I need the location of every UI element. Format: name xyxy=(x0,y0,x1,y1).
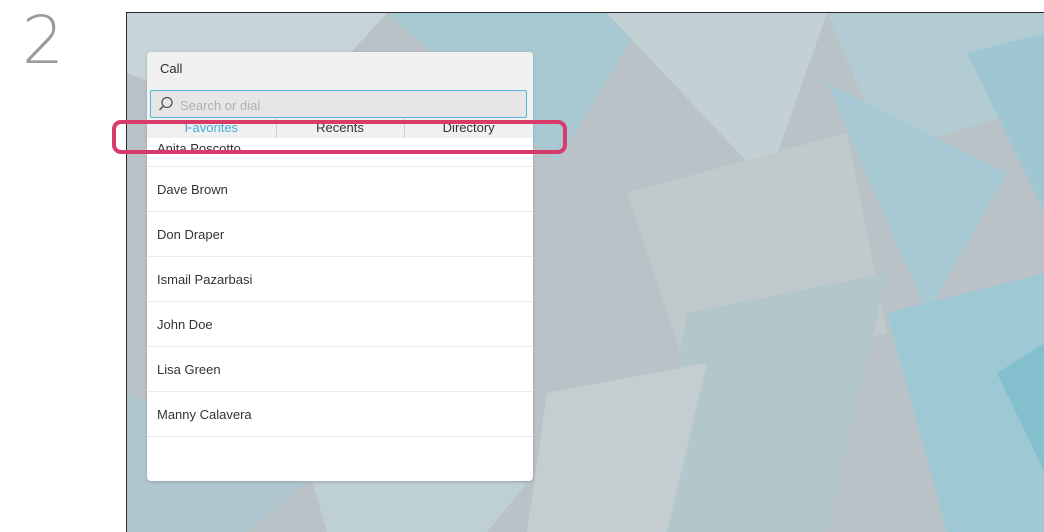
tab-bar: Favorites Recents Directory xyxy=(147,118,533,138)
contact-item[interactable]: Anita Poscotto xyxy=(147,138,533,167)
search-box[interactable] xyxy=(150,90,527,118)
search-icon xyxy=(158,96,173,111)
contact-item[interactable]: Don Draper xyxy=(147,212,533,257)
device-screen: Call Favorites Recents Directory Anita P… xyxy=(126,12,1044,532)
search-input[interactable] xyxy=(178,95,512,115)
contact-item[interactable]: Lisa Green xyxy=(147,347,533,392)
panel-title: Call xyxy=(160,61,183,76)
tab-recents[interactable]: Recents xyxy=(275,118,405,138)
contact-item[interactable]: John Doe xyxy=(147,302,533,347)
call-panel: Call Favorites Recents Directory Anita P… xyxy=(147,52,533,481)
contact-item[interactable]: Dave Brown xyxy=(147,167,533,212)
panel-header: Call Favorites Recents Directory xyxy=(147,52,533,138)
contact-item[interactable]: Ismail Pazarbasi xyxy=(147,257,533,302)
tab-favorites[interactable]: Favorites xyxy=(147,118,276,138)
tab-directory[interactable]: Directory xyxy=(404,118,533,138)
step-number: 2 xyxy=(22,2,64,79)
contact-list: Anita Poscotto Dave Brown Don Draper Ism… xyxy=(147,138,533,437)
contact-item[interactable]: Manny Calavera xyxy=(147,392,533,437)
